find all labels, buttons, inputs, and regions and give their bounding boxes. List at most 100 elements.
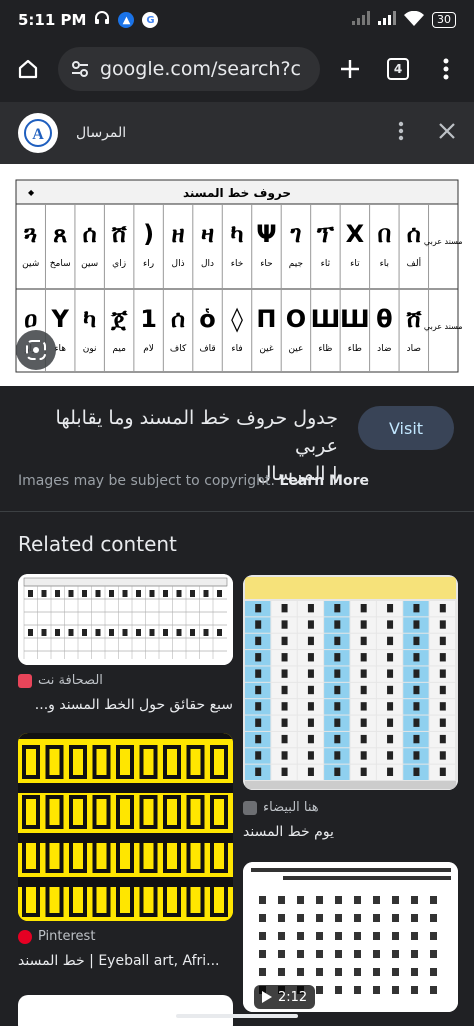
thumbnail-glyph xyxy=(297,968,304,976)
thumbnail-glyph xyxy=(439,604,446,613)
thumbnail-glyph xyxy=(439,636,446,646)
thumbnail-glyph xyxy=(387,718,394,727)
learn-more-link[interactable]: Learn More xyxy=(279,473,369,489)
musnad-glyph: ጓ xyxy=(23,220,37,248)
thumbnail-background xyxy=(18,574,233,665)
thumbnail-glyph xyxy=(411,932,418,940)
thumbnail-glyph xyxy=(259,968,266,976)
thumbnail-glyph xyxy=(335,932,342,940)
thumbnail-glyph xyxy=(392,986,399,994)
thumbnail-glyph xyxy=(392,914,399,922)
source-name: Pinterest xyxy=(38,929,96,944)
thumbnail-glyph xyxy=(373,932,380,940)
thumbnail-glyph xyxy=(413,636,420,646)
thumbnail-glyph xyxy=(354,896,361,904)
related-card-2-source[interactable]: هنا البيضاء xyxy=(243,800,319,815)
related-card-1-caption[interactable]: سبع حقائق حول الخط المسند و... xyxy=(18,697,233,713)
thumbnail-glyph xyxy=(281,685,288,695)
thumbnail-glyph xyxy=(334,734,341,744)
close-button[interactable] xyxy=(438,122,456,144)
main-image[interactable]: حروف خط المسند ◆ مسند عربي ሰ ألف በ باء X تاء ፕ ثاء… xyxy=(0,164,474,386)
address-bar[interactable]: google.com/search?c xyxy=(58,47,320,91)
thumbnail-glyph xyxy=(439,653,446,662)
musnad-glyph: ሰ xyxy=(83,220,97,248)
related-card-3-thumbnail[interactable] xyxy=(18,733,233,921)
thumbnail-glyph xyxy=(316,950,323,958)
row-label: مسند عربي xyxy=(424,237,463,246)
letter-name: باء xyxy=(380,259,389,269)
source-favicon xyxy=(243,800,257,815)
related-card-5-thumbnail[interactable] xyxy=(18,995,233,1026)
thumbnail-glyph xyxy=(411,986,418,994)
thumbnail-glyph xyxy=(281,734,288,744)
thumbnail-glyph xyxy=(413,685,420,695)
plus-icon xyxy=(341,60,359,78)
thumbnail-glyph xyxy=(190,590,195,597)
wifi-icon xyxy=(404,10,424,30)
video-duration-badge: 2:12 xyxy=(254,985,316,1009)
thumbnail-glyph xyxy=(360,669,367,678)
related-card-1-source[interactable]: الصحافة نت xyxy=(18,673,233,688)
thumbnail-glyph xyxy=(411,968,418,976)
thumbnail-glyph xyxy=(281,653,288,662)
thumbnail-glyph xyxy=(392,896,399,904)
related-card-3-source[interactable]: Pinterest xyxy=(18,929,95,944)
browser-menu-button[interactable] xyxy=(428,51,464,87)
thumbnail-glyph xyxy=(430,896,437,904)
source-name: هنا البيضاء xyxy=(263,800,319,815)
letter-name: فاء xyxy=(231,344,242,354)
thumbnail-glyph xyxy=(176,590,182,597)
thumbnail-glyph xyxy=(413,653,420,662)
lens-search-button[interactable] xyxy=(16,330,56,370)
thumbnail-glyph xyxy=(335,986,342,994)
related-card-2-thumbnail[interactable] xyxy=(243,575,458,790)
more-options-button[interactable] xyxy=(398,121,404,145)
play-icon xyxy=(262,991,272,1003)
thumbnail-glyph xyxy=(387,620,394,629)
tab-switcher-button[interactable]: 4 xyxy=(380,51,416,87)
thumbnail-glyph xyxy=(307,734,314,744)
thumbnail-glyph xyxy=(278,914,285,922)
musnad-glyph: Ш xyxy=(311,305,341,333)
thumbnail-glyph xyxy=(307,636,314,646)
letter-name: ظاء xyxy=(318,344,332,354)
signal-icon-1 xyxy=(352,11,370,29)
thumbnail-caption-bar xyxy=(18,783,233,793)
site-name[interactable]: المرسال xyxy=(76,125,126,141)
thumbnail-glyph xyxy=(307,751,314,760)
site-info-icon[interactable] xyxy=(70,59,90,79)
thumbnail-glyph xyxy=(136,590,141,597)
musnad-glyph: ሰ xyxy=(171,305,185,333)
thumbnail-glyph xyxy=(430,950,437,958)
thumbnail-glyph xyxy=(28,590,33,597)
thumbnail-glyph xyxy=(430,968,437,976)
thumbnail-glyph xyxy=(360,604,367,613)
visit-button[interactable]: Visit xyxy=(358,406,454,450)
thumbnail-glyph xyxy=(413,620,420,629)
thumbnail-image xyxy=(243,575,458,790)
related-card-1-thumbnail[interactable] xyxy=(18,574,233,665)
thumbnail-glyph xyxy=(281,702,288,711)
thumbnail-glyph xyxy=(335,968,342,976)
thumbnail-glyph xyxy=(334,702,341,711)
related-heading: Related content xyxy=(18,532,177,556)
new-tab-button[interactable] xyxy=(332,51,368,87)
thumbnail-glyph xyxy=(373,914,380,922)
home-button[interactable] xyxy=(10,51,46,87)
musnad-glyph: ገ xyxy=(289,220,301,248)
app-notification-icon: ▲ xyxy=(118,12,135,28)
thumbnail-glyph xyxy=(278,950,285,958)
thumbnail-glyph xyxy=(413,669,420,678)
letter-name: طاء xyxy=(348,344,362,354)
letter-name: كاف xyxy=(170,344,187,354)
related-card-3-caption[interactable]: خط المسند | Eyeball art, Afri... xyxy=(18,953,233,969)
thumbnail-glyph xyxy=(307,620,314,629)
thumbnail-glyph xyxy=(334,653,341,662)
thumbnail-glyph xyxy=(259,950,266,958)
thumbnail-glyph xyxy=(259,914,266,922)
musnad-glyph: ὁ xyxy=(199,305,216,333)
related-card-2-caption[interactable]: يوم خط المسند xyxy=(243,824,458,840)
thumbnail-glyph xyxy=(281,669,288,678)
thumbnail-glyph xyxy=(334,718,341,727)
thumbnail-glyph xyxy=(281,767,288,776)
